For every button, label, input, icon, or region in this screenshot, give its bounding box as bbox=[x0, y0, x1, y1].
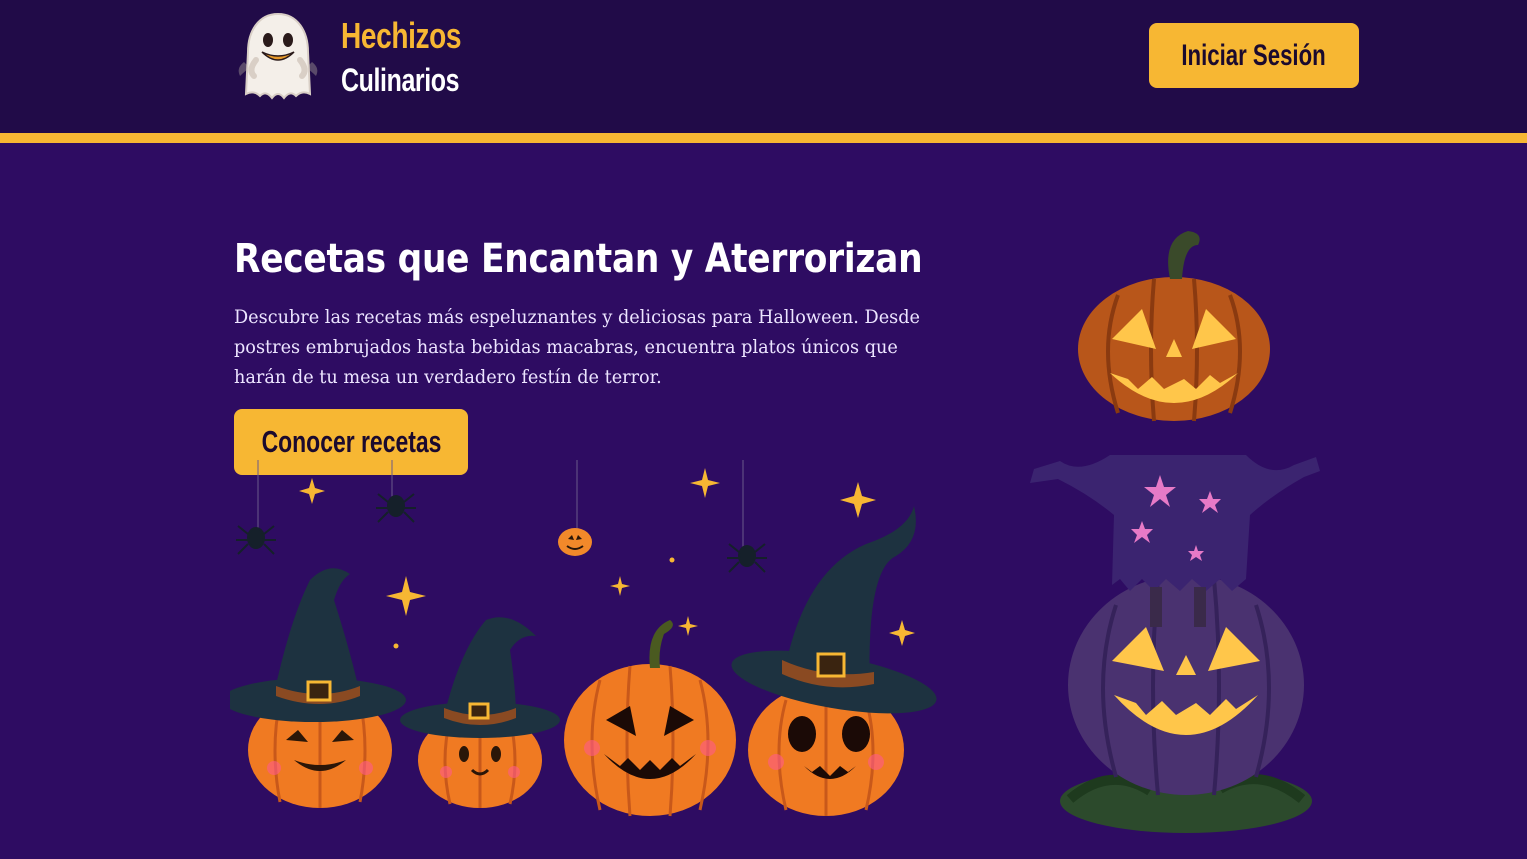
header-divider bbox=[0, 133, 1527, 143]
hero-description: Descubre las recetas más espeluznantes y… bbox=[234, 306, 920, 388]
logo-subtitle: Culinarios bbox=[341, 62, 460, 98]
hero-title: Recetas que Encantan y Aterrorizan bbox=[234, 236, 923, 282]
ghost-icon bbox=[238, 12, 318, 100]
site-header: Hechizos Culinarios Iniciar Sesión bbox=[0, 0, 1527, 133]
witch-hat-pumpkins-illustration bbox=[230, 460, 937, 817]
logo[interactable]: Hechizos Culinarios bbox=[234, 10, 474, 102]
logo-text: Hechizos Culinarios bbox=[341, 15, 462, 98]
logo-title: Hechizos bbox=[341, 15, 462, 56]
pumpkin-scarecrow-illustration bbox=[1030, 231, 1320, 833]
view-recipes-label: Conocer recetas bbox=[261, 424, 441, 459]
login-button-label: Iniciar Sesión bbox=[1181, 38, 1327, 72]
login-button[interactable]: Iniciar Sesión bbox=[1149, 23, 1359, 88]
